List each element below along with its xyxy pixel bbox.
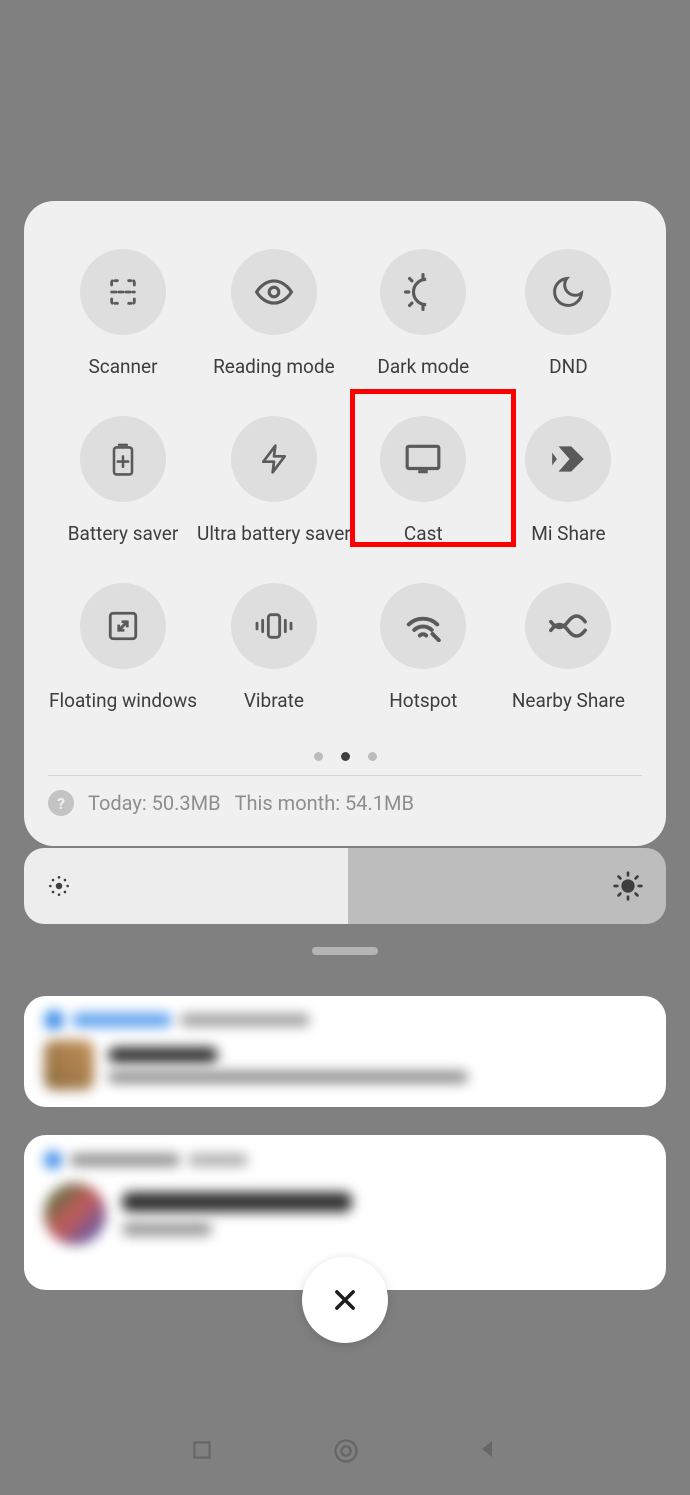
tile-label: Reading mode bbox=[213, 355, 335, 378]
battery-plus-icon bbox=[80, 416, 166, 502]
mi-share-icon bbox=[525, 416, 611, 502]
notification-card[interactable] bbox=[24, 996, 666, 1107]
bolt-icon bbox=[231, 416, 317, 502]
close-icon bbox=[331, 1286, 359, 1314]
tile-mi-share[interactable]: Mi Share bbox=[496, 408, 641, 575]
nav-recents-icon[interactable] bbox=[189, 1437, 215, 1463]
tile-cast[interactable]: Cast bbox=[351, 408, 496, 575]
tile-vibrate[interactable]: Vibrate bbox=[197, 575, 351, 742]
tile-grid: Scanner Reading mode Dark mode DND Batte bbox=[24, 241, 666, 742]
close-button[interactable] bbox=[302, 1257, 388, 1343]
tile-label: Ultra battery saver bbox=[197, 522, 351, 545]
tile-dark-mode[interactable]: Dark mode bbox=[351, 241, 496, 408]
hotspot-icon bbox=[380, 583, 466, 669]
floating-windows-icon bbox=[80, 583, 166, 669]
data-month: This month: 54.1MB bbox=[235, 791, 414, 815]
nav-home-icon[interactable] bbox=[332, 1437, 358, 1463]
divider bbox=[48, 775, 642, 776]
tile-label: Scanner bbox=[88, 355, 157, 378]
navigation-bar bbox=[0, 1425, 690, 1475]
page-dot bbox=[314, 752, 323, 761]
tile-label: Nearby Share bbox=[512, 689, 625, 712]
tile-label: Vibrate bbox=[244, 689, 304, 712]
tile-reading-mode[interactable]: Reading mode bbox=[197, 241, 351, 408]
tile-label: DND bbox=[549, 355, 588, 378]
page-dot bbox=[368, 752, 377, 761]
eye-icon bbox=[231, 249, 317, 335]
brightness-fill bbox=[24, 848, 348, 924]
scanner-icon bbox=[80, 249, 166, 335]
quick-settings-panel: Scanner Reading mode Dark mode DND Batte bbox=[24, 201, 666, 846]
tile-label: Mi Share bbox=[531, 522, 605, 545]
data-today: Today: 50.3MB bbox=[88, 791, 221, 815]
nav-back-icon[interactable] bbox=[475, 1437, 501, 1463]
page-dot-active bbox=[341, 752, 350, 761]
data-usage-row[interactable]: ? Today: 50.3MB This month: 54.1MB bbox=[24, 790, 666, 826]
cast-icon bbox=[380, 416, 466, 502]
brightness-low-icon bbox=[46, 873, 72, 899]
sun-moon-icon bbox=[380, 249, 466, 335]
tile-battery-saver[interactable]: Battery saver bbox=[49, 408, 197, 575]
tile-label: Cast bbox=[404, 522, 443, 545]
tile-ultra-battery-saver[interactable]: Ultra battery saver bbox=[197, 408, 351, 575]
moon-icon bbox=[525, 249, 611, 335]
nearby-share-icon bbox=[525, 583, 611, 669]
tile-label: Dark mode bbox=[377, 355, 469, 378]
vibrate-icon bbox=[231, 583, 317, 669]
brightness-slider[interactable] bbox=[24, 848, 666, 924]
tile-floating-windows[interactable]: Floating windows bbox=[49, 575, 197, 742]
brightness-high-icon bbox=[612, 870, 644, 902]
drag-handle[interactable] bbox=[312, 947, 378, 955]
tile-dnd[interactable]: DND bbox=[496, 241, 641, 408]
tile-nearby-share[interactable]: Nearby Share bbox=[496, 575, 641, 742]
help-icon: ? bbox=[48, 790, 74, 816]
tile-label: Hotspot bbox=[389, 689, 457, 712]
tile-label: Battery saver bbox=[68, 522, 179, 545]
pagination-dots[interactable] bbox=[24, 752, 666, 761]
tile-label: Floating windows bbox=[49, 689, 197, 712]
tile-scanner[interactable]: Scanner bbox=[49, 241, 197, 408]
tile-hotspot[interactable]: Hotspot bbox=[351, 575, 496, 742]
